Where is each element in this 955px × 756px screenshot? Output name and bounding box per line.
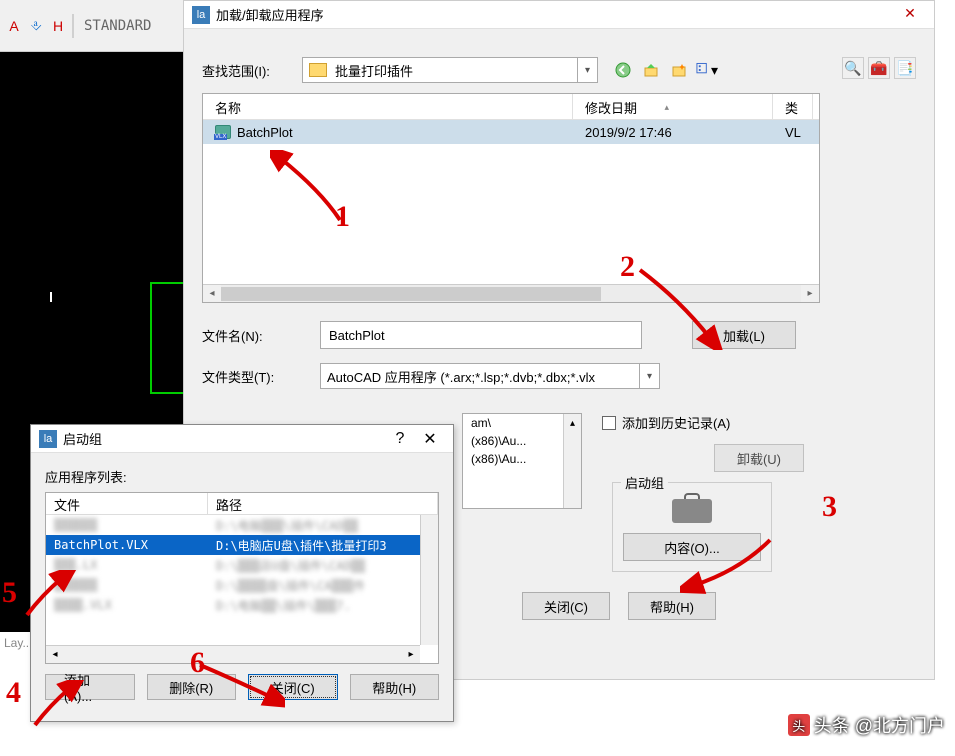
vscrollbar[interactable] (420, 515, 438, 645)
column-type[interactable]: 类 (773, 94, 813, 119)
help-icon[interactable]: ? (385, 430, 415, 448)
annotation-arrow-6 (195, 660, 285, 710)
loaded-apps-panel: am\ (x86)\Au... (x86)\Au... ▴ (462, 413, 582, 572)
checkbox-icon[interactable] (602, 416, 616, 430)
dialog-title: 加载/卸载应用程序 (216, 5, 894, 24)
list-item[interactable]: ▒▒▒▒▒▒D:\▒▒▒▒盘\插件\CA▒▒▒件 (46, 575, 438, 595)
lookin-label: 查找范围(I): (202, 61, 302, 80)
app-icon: la (39, 430, 57, 448)
toolbar-icon-c[interactable]: H (48, 16, 68, 36)
watermark-icon: 头 (788, 714, 810, 736)
views-icon[interactable]: ▾ (696, 59, 718, 81)
chevron-down-icon[interactable]: ▾ (577, 58, 597, 82)
filename-input[interactable]: BatchPlot (320, 321, 642, 349)
chevron-down-icon[interactable]: ▾ (639, 364, 659, 388)
startup-group-label: 启动组 (621, 473, 668, 492)
file-row[interactable]: BatchPlot 2019/9/2 17:46 VL (203, 120, 819, 144)
column-file[interactable]: 文件 (46, 493, 208, 514)
annotation-arrow-4 (30, 680, 90, 730)
sort-indicator-icon: ▴ (664, 102, 669, 113)
column-path[interactable]: 路径 (208, 493, 438, 514)
briefcase-icon (672, 495, 712, 523)
annotation-arrow-3 (680, 530, 780, 600)
annotation-arrow-2 (630, 260, 730, 350)
close-icon[interactable]: ✕ (415, 429, 445, 449)
close-icon[interactable]: ✕ (894, 5, 926, 25)
up-icon[interactable] (640, 59, 662, 81)
filetype-combo[interactable]: AutoCAD 应用程序 (*.arx;*.lsp;*.dvb;*.dbx;*.… (320, 363, 660, 389)
unload-button[interactable]: 卸载(U) (714, 444, 804, 472)
options-icon[interactable]: 📑 (894, 57, 916, 79)
file-type: VL (773, 125, 813, 140)
dialog-titlebar[interactable]: la 启动组 ? ✕ (31, 425, 453, 453)
toolbar-icon-a[interactable]: A (4, 16, 24, 36)
tool-icons: 🔍 🧰 📑 (842, 57, 916, 79)
dialog-titlebar[interactable]: la 加载/卸载应用程序 ✕ (184, 1, 934, 29)
dialog-title: 启动组 (63, 429, 385, 448)
startup-app-list[interactable]: 文件 路径 ▒▒▒▒▒▒D:\电脑▒▒▒\插件\CAD▒▒BatchPlot.V… (45, 492, 439, 664)
lookin-combo[interactable]: 批量打印插件 ▾ (302, 57, 598, 83)
filetype-label: 文件类型(T): (202, 367, 320, 386)
list-label: 应用程序列表: (45, 467, 439, 486)
filename-label: 文件名(N): (202, 326, 320, 345)
help-button[interactable]: 帮助(H) (350, 674, 440, 700)
list-item[interactable]: BatchPlot.VLXD:\电脑店U盘\插件\批量打印3 (46, 535, 438, 555)
annotation-arrow-5 (22, 570, 82, 620)
vscrollbar[interactable]: ▴ (563, 414, 581, 508)
column-name[interactable]: 名称 (203, 94, 573, 119)
toolbar-icon-b[interactable]: ⎀ (26, 16, 46, 36)
app-icon: la (192, 6, 210, 24)
search-icon[interactable]: 🔍 (842, 57, 864, 79)
loaded-apps-list[interactable]: am\ (x86)\Au... (x86)\Au... ▴ (462, 413, 582, 509)
selection-rect (150, 282, 185, 394)
vlx-file-icon (215, 125, 231, 139)
file-name: BatchPlot (237, 125, 293, 140)
style-name: STANDARD (78, 18, 151, 34)
annotation-number-4: 4 (6, 676, 21, 709)
background-toolbar: A ⎀ H STANDARD (0, 0, 185, 52)
annotation-arrow-1 (270, 150, 360, 230)
folder-icon (309, 63, 327, 77)
tools-icon[interactable]: 🧰 (868, 57, 890, 79)
list-item[interactable]: ▒▒▒▒.VLXD:\电脑▒▒\插件\▒▒▒7. (46, 595, 438, 615)
list-item[interactable]: ▒▒▒▒▒▒D:\电脑▒▒▒\插件\CAD▒▒ (46, 515, 438, 535)
file-date: 2019/9/2 17:46 (573, 125, 773, 140)
column-date[interactable]: 修改日期 (573, 94, 773, 119)
list-item[interactable]: ▒▒▒.LXD:\▒▒▒店U盘\插件\CAD▒▒ (46, 555, 438, 575)
back-icon[interactable] (612, 59, 634, 81)
close-button[interactable]: 关闭(C) (522, 592, 610, 620)
newfolder-icon[interactable] (668, 59, 690, 81)
add-history-checkbox[interactable]: 添加到历史记录(A) (602, 413, 916, 432)
watermark: 头 头条 @北方门户 (788, 712, 945, 738)
folder-name: 批量打印插件 (335, 61, 413, 80)
